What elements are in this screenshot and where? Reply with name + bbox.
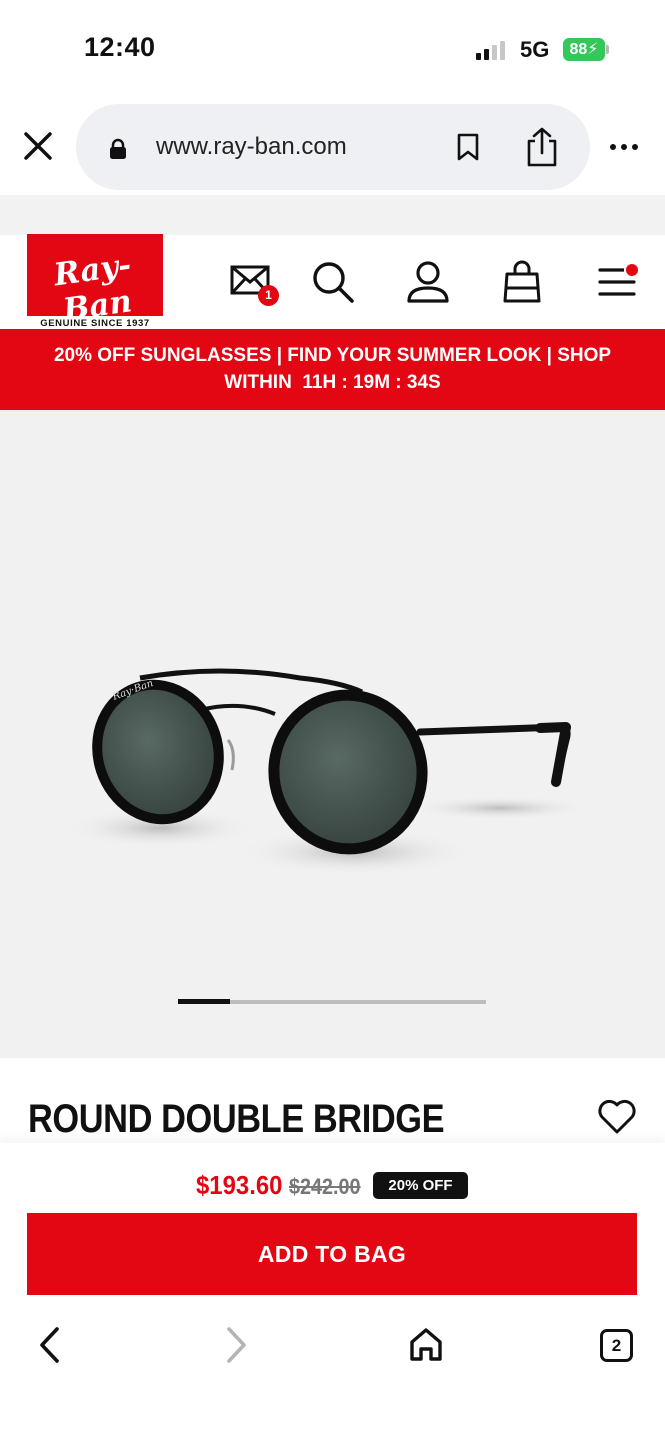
product-title: ROUND DOUBLE BRIDGE: [28, 1097, 445, 1141]
battery-icon: 88⚡: [563, 38, 605, 61]
original-price: $242.00: [289, 1174, 361, 1199]
sale-price: $193.60: [196, 1170, 283, 1200]
account-icon[interactable]: [405, 259, 451, 305]
sunglasses-image: Ray·Ban: [65, 668, 590, 876]
product-image-area[interactable]: Ray·Ban: [0, 410, 665, 1058]
wishlist-heart-icon[interactable]: [596, 1098, 638, 1136]
tabs-icon[interactable]: 2: [600, 1329, 633, 1362]
home-icon[interactable]: [408, 1326, 444, 1364]
logo-tagline: GENUINE SINCE 1937: [40, 318, 150, 329]
network-type: 5G: [520, 37, 550, 62]
search-icon[interactable]: [311, 260, 355, 304]
scrolled-strip: [0, 195, 665, 235]
lock-icon: [110, 138, 126, 159]
url-text[interactable]: www.ray-ban.com: [156, 133, 347, 161]
forward-icon[interactable]: [222, 1325, 252, 1365]
add-to-bag-button[interactable]: ADD TO BAG: [27, 1213, 637, 1295]
status-time: 12:40: [84, 32, 156, 62]
menu-notification-dot: [624, 262, 640, 278]
bag-icon[interactable]: [502, 260, 542, 304]
browser-bottom-nav: [0, 1313, 665, 1440]
battery-level: 88: [569, 41, 588, 58]
promo-line-1: 20% OFF SUNGLASSES | FIND YOUR SUMMER LO…: [53, 345, 612, 366]
bookmark-icon[interactable]: [455, 132, 481, 162]
mail-badge: 1: [258, 285, 279, 306]
more-icon[interactable]: [610, 142, 642, 152]
share-icon[interactable]: [523, 126, 561, 168]
discount-badge: 20% OFF: [373, 1172, 468, 1199]
promo-countdown: WITHIN 11H : 19M : 34S: [224, 372, 441, 393]
close-icon[interactable]: [20, 128, 56, 164]
signal-icon: [476, 40, 510, 60]
ray-ban-logo[interactable]: Ray-Ban: [27, 234, 163, 328]
carousel-active-indicator: [178, 999, 230, 1004]
battery-nub: [606, 45, 609, 54]
promo-banner[interactable]: 20% OFF SUNGLASSES | FIND YOUR SUMMER LO…: [0, 329, 665, 410]
back-icon[interactable]: [34, 1325, 64, 1365]
status-bar: 12:40 5G 88⚡: [0, 0, 665, 100]
